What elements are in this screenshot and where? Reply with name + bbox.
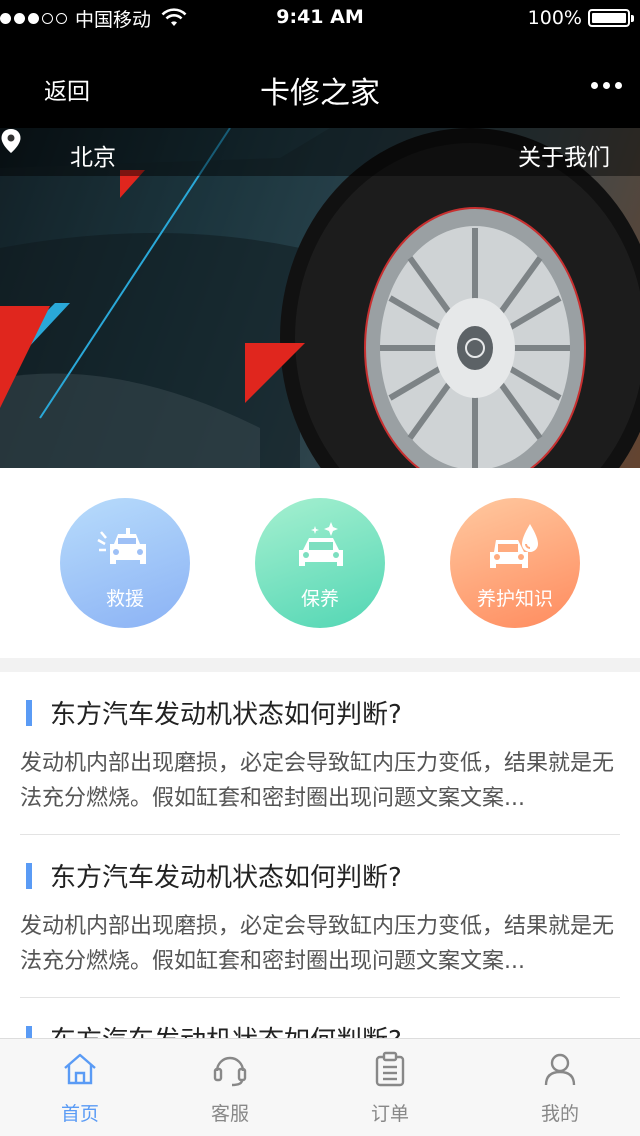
- tab-label: 订单: [370, 1103, 409, 1125]
- tab-label: 首页: [60, 1103, 99, 1125]
- service-label: 养护知识: [476, 588, 553, 610]
- tab-home[interactable]: 首页: [0, 1039, 160, 1136]
- title-marker: [26, 863, 32, 889]
- tab-orders[interactable]: 订单: [310, 1039, 470, 1136]
- section-divider: [0, 658, 640, 672]
- more-dots-icon[interactable]: [591, 82, 622, 89]
- battery-icon: [588, 9, 634, 27]
- hero-banner[interactable]: 北京 关于我们: [0, 128, 640, 468]
- user-icon: [544, 1053, 576, 1086]
- tab-profile[interactable]: 我的: [480, 1039, 640, 1136]
- title-marker: [26, 1026, 32, 1038]
- clipboard-icon: [375, 1051, 405, 1087]
- article-summary: 发动机内部出现磨损，必定会导致缸内压力变低，结果就是无法充分燃烧。假如缸套和密封…: [20, 914, 615, 974]
- article-item[interactable]: 东方汽车发动机状态如何判断? 发动机内部出现磨损，必定会导致缸内压力变低，结果就…: [20, 835, 620, 998]
- article-list: 东方汽车发动机状态如何判断? 发动机内部出现磨损，必定会导致缸内压力变低，结果就…: [0, 672, 640, 1038]
- service-label: 救援: [105, 588, 144, 610]
- article-item[interactable]: 东方汽车发动机状态如何判断?: [20, 998, 620, 1038]
- status-bar: 中国移动 9:41 AM 100%: [0, 0, 640, 40]
- page-title: 卡修之家: [260, 76, 380, 111]
- location-pin-icon: [1, 129, 21, 153]
- home-icon: [64, 1053, 96, 1085]
- article-title: 东方汽车发动机状态如何判断?: [50, 863, 402, 893]
- article-summary: 发动机内部出现磨损，必定会导致缸内压力变低，结果就是无法充分燃烧。假如缸套和密封…: [20, 751, 615, 811]
- title-marker: [26, 700, 32, 726]
- current-city[interactable]: 北京: [70, 138, 116, 172]
- service-rescue-button[interactable]: 救援: [60, 498, 190, 628]
- app-screen: 中国移动 9:41 AM 100% 返回 卡修之家 北京 关于我们 救援 保养 …: [0, 0, 640, 1136]
- article-title: 东方汽车发动机状态如何判断?: [50, 700, 402, 730]
- article-item[interactable]: 东方汽车发动机状态如何判断? 发动机内部出现磨损，必定会导致缸内压力变低，结果就…: [20, 672, 620, 835]
- tab-customer-service[interactable]: 客服: [150, 1039, 310, 1136]
- service-label: 保养: [300, 588, 339, 610]
- car-wheel-illustration: [0, 128, 640, 468]
- tab-label: 客服: [210, 1103, 249, 1125]
- navigation-bar: 返回 卡修之家: [0, 40, 640, 128]
- article-title: 东方汽车发动机状态如何判断?: [50, 1020, 402, 1038]
- location-bar: 北京 关于我们: [0, 128, 640, 176]
- rescue-car-icon: [97, 528, 146, 564]
- service-grid: 救援 保养 养护知识: [0, 468, 640, 658]
- status-right: 100%: [527, 7, 634, 29]
- car-oil-icon: [490, 524, 538, 568]
- service-maintenance-button[interactable]: 保养: [255, 498, 385, 628]
- battery-percent: 100%: [527, 7, 582, 29]
- tab-bar: 首页 客服 订单 我的: [0, 1038, 640, 1136]
- car-care-icon: [299, 522, 343, 566]
- about-us-link[interactable]: 关于我们: [518, 138, 610, 172]
- headset-icon: [213, 1056, 247, 1087]
- tab-label: 我的: [540, 1103, 579, 1125]
- service-knowledge-button[interactable]: 养护知识: [450, 498, 580, 628]
